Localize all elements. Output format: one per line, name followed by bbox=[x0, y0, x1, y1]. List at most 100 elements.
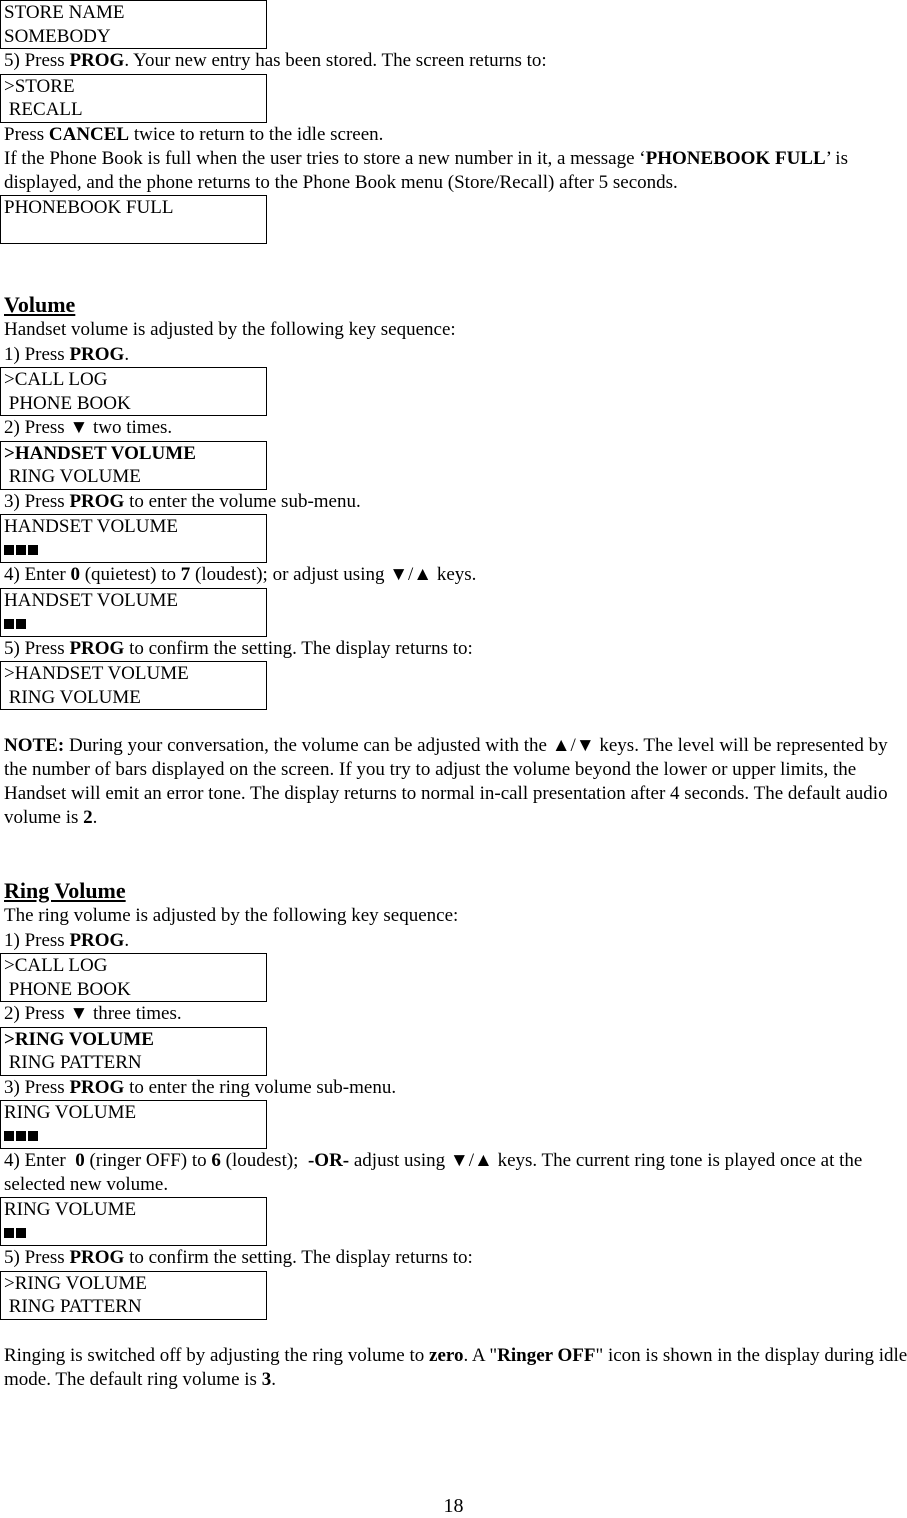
display-line-1: PHONEBOOK FULL bbox=[4, 197, 174, 218]
text: 4) Enter bbox=[4, 564, 71, 585]
text: to confirm the setting. The display retu… bbox=[124, 637, 473, 659]
text: . A " bbox=[463, 1344, 498, 1366]
text: 1) Press bbox=[4, 929, 70, 951]
volume-bars bbox=[4, 539, 266, 563]
display-line-1: RING VOLUME bbox=[4, 1199, 137, 1220]
volume-step-5: 5) Press PROG to confirm the setting. Th… bbox=[4, 637, 907, 662]
cancel-instruction: Press CANCEL twice to return to the idle… bbox=[4, 123, 907, 148]
text: 3) Press bbox=[4, 490, 70, 512]
manual-page: STORE NAME SOMEBODY 5) Press PROG. Your … bbox=[0, 0, 907, 1392]
volume-bar-icon bbox=[28, 545, 38, 556]
text: . bbox=[271, 1368, 276, 1390]
display-phonebook-full: PHONEBOOK FULL bbox=[0, 195, 267, 244]
text: twice to return to the idle screen. bbox=[129, 123, 384, 145]
step-text: . Your new entry has been stored. The sc… bbox=[124, 50, 547, 71]
display-line-1: HANDSET VOLUME bbox=[4, 516, 178, 537]
text: Press bbox=[4, 123, 49, 145]
volume-note: NOTE: During your conversation, the volu… bbox=[4, 734, 907, 830]
volume-bar-icon bbox=[16, 1228, 26, 1239]
volume-step-4: 4) Enter 0 (quietest) to 7 (loudest); or… bbox=[4, 563, 907, 588]
step-text: 5) Press bbox=[4, 50, 70, 71]
ring-step-4: 4) Enter 0 (ringer OFF) to 6 (loudest); … bbox=[4, 1149, 907, 1197]
ringer-off-paragraph: Ringing is switched off by adjusting the… bbox=[4, 1344, 907, 1392]
text: During your conversation, the volume can… bbox=[4, 735, 888, 828]
section-heading-ring-volume: Ring Volume bbox=[4, 878, 126, 903]
volume-bar-icon bbox=[4, 1228, 14, 1239]
or-keyword: -OR- bbox=[307, 1150, 350, 1171]
display-line-2: RING VOLUME bbox=[4, 466, 141, 487]
volume-bar-icon bbox=[4, 545, 14, 556]
page-number: 18 bbox=[443, 1495, 464, 1517]
step-5-store: 5) Press PROG. Your new entry has been s… bbox=[4, 49, 907, 74]
display-call-log: >CALL LOG PHONE BOOK bbox=[0, 953, 267, 1002]
display-store-recall: >STORE RECALL bbox=[0, 73, 267, 123]
ring-step-1: 1) Press PROG. bbox=[4, 929, 907, 954]
text: . bbox=[124, 929, 130, 951]
volume-bar-icon bbox=[28, 1131, 38, 1142]
display-line-1: RING VOLUME bbox=[4, 1102, 137, 1123]
volume-bar-icon bbox=[16, 618, 26, 629]
display-line-1: STORE NAME bbox=[4, 2, 125, 23]
text: 3) Press bbox=[4, 1076, 70, 1098]
text: 1) Press bbox=[4, 343, 70, 365]
volume-bars bbox=[4, 1222, 266, 1246]
text: . bbox=[124, 343, 130, 365]
display-handset-volume-selected: >HANDSET VOLUME RING VOLUME bbox=[0, 440, 267, 490]
display-ring-volume-level-3: RING VOLUME bbox=[0, 1100, 267, 1149]
text: 4) Enter bbox=[4, 1150, 76, 1171]
display-store-name: STORE NAME SOMEBODY bbox=[0, 0, 267, 49]
display-line-1: HANDSET VOLUME bbox=[4, 589, 178, 611]
key-cancel: CANCEL bbox=[48, 123, 130, 145]
section-heading-volume: Volume bbox=[4, 292, 76, 317]
text: (loudest); or adjust using ▼/▲ keys. bbox=[190, 564, 477, 585]
display-line-1: >RING VOLUME bbox=[4, 1028, 154, 1050]
text: (ringer OFF) to bbox=[84, 1150, 212, 1171]
phonebook-full-paragraph: If the Phone Book is full when the user … bbox=[4, 147, 907, 195]
text: (loudest); bbox=[220, 1150, 308, 1171]
value-max: 6 bbox=[211, 1150, 221, 1171]
volume-bars bbox=[4, 1125, 266, 1149]
key-prog: PROG bbox=[69, 637, 125, 659]
default-volume-value: 2 bbox=[83, 807, 93, 828]
display-line-2: RING PATTERN bbox=[4, 1296, 142, 1317]
text: to enter the volume sub-menu. bbox=[124, 490, 361, 512]
ring-step-3: 3) Press PROG to enter the ring volume s… bbox=[4, 1076, 907, 1101]
text: If the Phone Book is full when the user … bbox=[4, 148, 646, 169]
value-min: 0 bbox=[70, 564, 80, 585]
display-line-2: RING VOLUME bbox=[4, 686, 141, 708]
key-prog: PROG bbox=[69, 929, 125, 951]
text: . bbox=[92, 807, 98, 828]
value-min: 0 bbox=[75, 1150, 85, 1171]
text: Ringing is switched off by adjusting the… bbox=[4, 1344, 430, 1366]
text: (quietest) to bbox=[79, 564, 181, 585]
display-line-2: SOMEBODY bbox=[4, 25, 111, 47]
ring-step-2: 2) Press ▼ three times. bbox=[4, 1003, 182, 1024]
display-line-2 bbox=[4, 220, 266, 244]
key-prog: PROG bbox=[69, 343, 125, 365]
volume-step-1: 1) Press PROG. bbox=[4, 343, 907, 368]
display-ring-volume-level-2: RING VOLUME bbox=[0, 1197, 267, 1246]
text: 5) Press bbox=[4, 637, 70, 659]
key-prog: PROG bbox=[69, 1076, 125, 1098]
text: to enter the ring volume sub-menu. bbox=[124, 1076, 397, 1098]
volume-step-3: 3) Press PROG to enter the volume sub-me… bbox=[4, 490, 907, 515]
key-prog: PROG bbox=[69, 490, 125, 512]
text: to confirm the setting. The display retu… bbox=[124, 1247, 473, 1268]
value-zero: zero bbox=[429, 1344, 464, 1366]
display-handset-volume-level-3: HANDSET VOLUME bbox=[0, 514, 267, 563]
display-line-1: >CALL LOG bbox=[4, 955, 108, 976]
display-line-1: >HANDSET VOLUME bbox=[4, 442, 196, 464]
display-call-log: >CALL LOG PHONE BOOK bbox=[0, 367, 267, 416]
ring-step-5: 5) Press PROG to confirm the setting. Th… bbox=[4, 1246, 907, 1271]
volume-bar-icon bbox=[4, 1131, 14, 1142]
value-max: 7 bbox=[180, 564, 191, 585]
display-handset-volume-return: >HANDSET VOLUME RING VOLUME bbox=[0, 661, 267, 710]
display-line-1: >STORE bbox=[4, 75, 75, 97]
message-phonebook-full: PHONEBOOK FULL bbox=[645, 148, 826, 169]
text: 5) Press bbox=[4, 1247, 70, 1268]
volume-bar-icon bbox=[4, 618, 14, 629]
key-prog: PROG bbox=[69, 1247, 125, 1268]
ring-intro: The ring volume is adjusted by the follo… bbox=[4, 905, 459, 926]
key-prog: PROG bbox=[69, 50, 125, 71]
volume-bar-icon bbox=[16, 545, 26, 556]
